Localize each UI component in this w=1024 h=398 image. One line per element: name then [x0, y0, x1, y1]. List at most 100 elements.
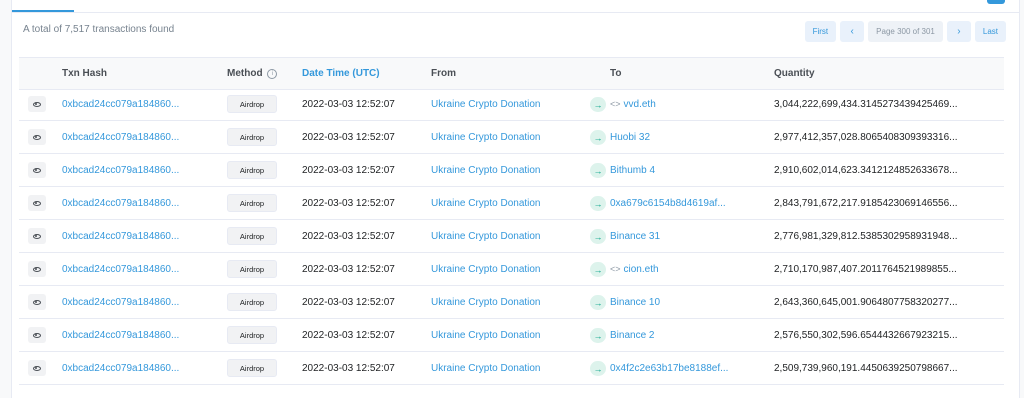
txn-hash-link[interactable]: 0xbcad24cc079a184860... [62, 363, 179, 374]
from-address-link[interactable]: Ukraine Crypto Donation [431, 297, 541, 308]
to-address-link[interactable]: Binance 2 [610, 330, 654, 341]
to-address-link[interactable]: 0xa679c6154b8d4619af... [610, 198, 726, 209]
from-address-link[interactable]: Ukraine Crypto Donation [431, 198, 541, 209]
table-row: 0xbcad24cc079a184860... Airdrop 2022-03-… [19, 121, 1004, 154]
table-row: 0xbcad24cc079a184860... Airdrop 2022-03-… [19, 154, 1004, 187]
date-time-cell: 2022-03-03 12:52:07 [302, 363, 395, 374]
eye-icon[interactable] [28, 360, 46, 376]
txn-hash-link[interactable]: 0xbcad24cc079a184860... [62, 198, 179, 209]
txn-hash-link[interactable]: 0xbcad24cc079a184860... [62, 231, 179, 242]
to-address-link[interactable]: Bithumb 4 [610, 165, 655, 176]
table-header: Txn Hash Method i Date Time (UTC) From T… [19, 57, 1004, 90]
method-badge: Airdrop [227, 194, 277, 212]
arrow-right-icon: → [590, 262, 606, 277]
eye-icon[interactable] [28, 129, 46, 145]
corner-action-button[interactable] [987, 0, 1005, 4]
date-time-cell: 2022-03-03 12:52:07 [302, 99, 395, 110]
eye-icon[interactable] [28, 96, 46, 112]
from-address-link[interactable]: Ukraine Crypto Donation [431, 231, 541, 242]
eye-icon[interactable] [28, 327, 46, 343]
method-badge: Airdrop [227, 95, 277, 113]
arrow-right-icon: → [590, 295, 606, 310]
arrow-right-icon: → [590, 328, 606, 343]
from-address-link[interactable]: Ukraine Crypto Donation [431, 132, 541, 143]
method-badge: Airdrop [227, 326, 277, 344]
arrow-right-icon: → [590, 130, 606, 145]
to-address-label: cion.eth [623, 264, 659, 275]
contract-code-icon: <> [610, 99, 621, 109]
quantity-cell: 2,776,981,329,812.5385302958931948... [774, 231, 958, 242]
next-page-button[interactable]: › [946, 21, 971, 42]
eye-icon[interactable] [28, 195, 46, 211]
to-address-link[interactable]: Binance 10 [610, 297, 660, 308]
txn-hash-link[interactable]: 0xbcad24cc079a184860... [62, 132, 179, 143]
date-time-cell: 2022-03-03 12:52:07 [302, 264, 395, 275]
table-row: 0xbcad24cc079a184860... Airdrop 2022-03-… [19, 319, 1004, 352]
method-badge: Airdrop [227, 161, 277, 179]
transactions-table-body: 0xbcad24cc079a184860... Airdrop 2022-03-… [19, 88, 1004, 385]
from-address-link[interactable]: Ukraine Crypto Donation [431, 330, 541, 341]
tab-bar [12, 0, 1019, 13]
column-header-method-label: Method [227, 68, 263, 79]
to-address-label: Binance 31 [610, 231, 661, 242]
from-address-link[interactable]: Ukraine Crypto Donation [431, 165, 541, 176]
date-time-cell: 2022-03-03 12:52:07 [302, 132, 395, 143]
arrow-right-icon: → [590, 196, 606, 211]
to-address-link[interactable]: <> cion.eth [610, 264, 659, 275]
table-row: 0xbcad24cc079a184860... Airdrop 2022-03-… [19, 187, 1004, 220]
quantity-cell: 2,710,170,987,407.2011764521989855... [774, 264, 957, 275]
from-address-link[interactable]: Ukraine Crypto Donation [431, 99, 541, 110]
column-header-to: To [610, 68, 622, 79]
eye-icon[interactable] [28, 228, 46, 244]
txn-hash-link[interactable]: 0xbcad24cc079a184860... [62, 99, 179, 110]
date-time-cell: 2022-03-03 12:52:07 [302, 297, 395, 308]
to-address-link[interactable]: Huobi 32 [610, 132, 650, 143]
arrow-right-icon: → [590, 361, 606, 376]
column-header-quantity: Quantity [774, 68, 815, 79]
date-time-cell: 2022-03-03 12:52:07 [302, 165, 395, 176]
txn-hash-link[interactable]: 0xbcad24cc079a184860... [62, 165, 179, 176]
from-address-link[interactable]: Ukraine Crypto Donation [431, 264, 541, 275]
info-icon[interactable]: i [267, 69, 278, 79]
to-address-label: 0xa679c6154b8d4619af... [610, 198, 726, 209]
quantity-cell: 3,044,222,699,434.3145273439425469... [774, 99, 958, 110]
method-badge: Airdrop [227, 293, 277, 311]
from-address-link[interactable]: Ukraine Crypto Donation [431, 363, 541, 374]
date-time-cell: 2022-03-03 12:52:07 [302, 231, 395, 242]
arrow-right-icon: → [590, 97, 606, 112]
eye-icon[interactable] [28, 261, 46, 277]
to-address-link[interactable]: <> vvd.eth [610, 99, 656, 110]
column-header-from: From [431, 68, 456, 79]
to-address-label: 0x4f2c2e63b17be8188ef... [610, 363, 729, 374]
column-header-method: Method i [227, 68, 278, 79]
first-page-button[interactable]: First [804, 21, 837, 42]
quantity-cell: 2,843,791,672,217.9185423069146556... [774, 198, 958, 209]
date-time-cell: 2022-03-03 12:52:07 [302, 330, 395, 341]
prev-page-button[interactable]: ‹ [840, 21, 865, 42]
date-time-cell: 2022-03-03 12:52:07 [302, 198, 395, 209]
table-row: 0xbcad24cc079a184860... Airdrop 2022-03-… [19, 352, 1004, 385]
to-address-label: Binance 2 [610, 330, 655, 341]
arrow-right-icon: → [590, 163, 606, 178]
last-page-button[interactable]: Last [974, 21, 1006, 42]
column-header-date-time[interactable]: Date Time (UTC) [302, 68, 380, 79]
method-badge: Airdrop [227, 227, 277, 245]
tab-transfers-active-indicator[interactable] [12, 10, 74, 12]
to-address-link[interactable]: 0x4f2c2e63b17be8188ef... [610, 363, 728, 374]
pagination: First ‹ Page 300 of 301 › Last [804, 21, 1006, 42]
quantity-cell: 2,643,360,645,001.9064807758320277... [774, 297, 958, 308]
txn-hash-link[interactable]: 0xbcad24cc079a184860... [62, 330, 179, 341]
table-row: 0xbcad24cc079a184860... Airdrop 2022-03-… [19, 88, 1004, 121]
method-badge: Airdrop [227, 128, 277, 146]
quantity-cell: 2,977,412,357,028.8065408309393316... [774, 132, 958, 143]
table-row: 0xbcad24cc079a184860... Airdrop 2022-03-… [19, 220, 1004, 253]
txn-hash-link[interactable]: 0xbcad24cc079a184860... [62, 297, 179, 308]
txn-hash-link[interactable]: 0xbcad24cc079a184860... [62, 264, 179, 275]
arrow-right-icon: → [590, 229, 606, 244]
eye-icon[interactable] [28, 294, 46, 310]
contract-code-icon: <> [610, 264, 621, 274]
eye-icon[interactable] [28, 162, 46, 178]
to-address-link[interactable]: Binance 31 [610, 231, 660, 242]
method-badge: Airdrop [227, 260, 277, 278]
table-row: 0xbcad24cc079a184860... Airdrop 2022-03-… [19, 286, 1004, 319]
